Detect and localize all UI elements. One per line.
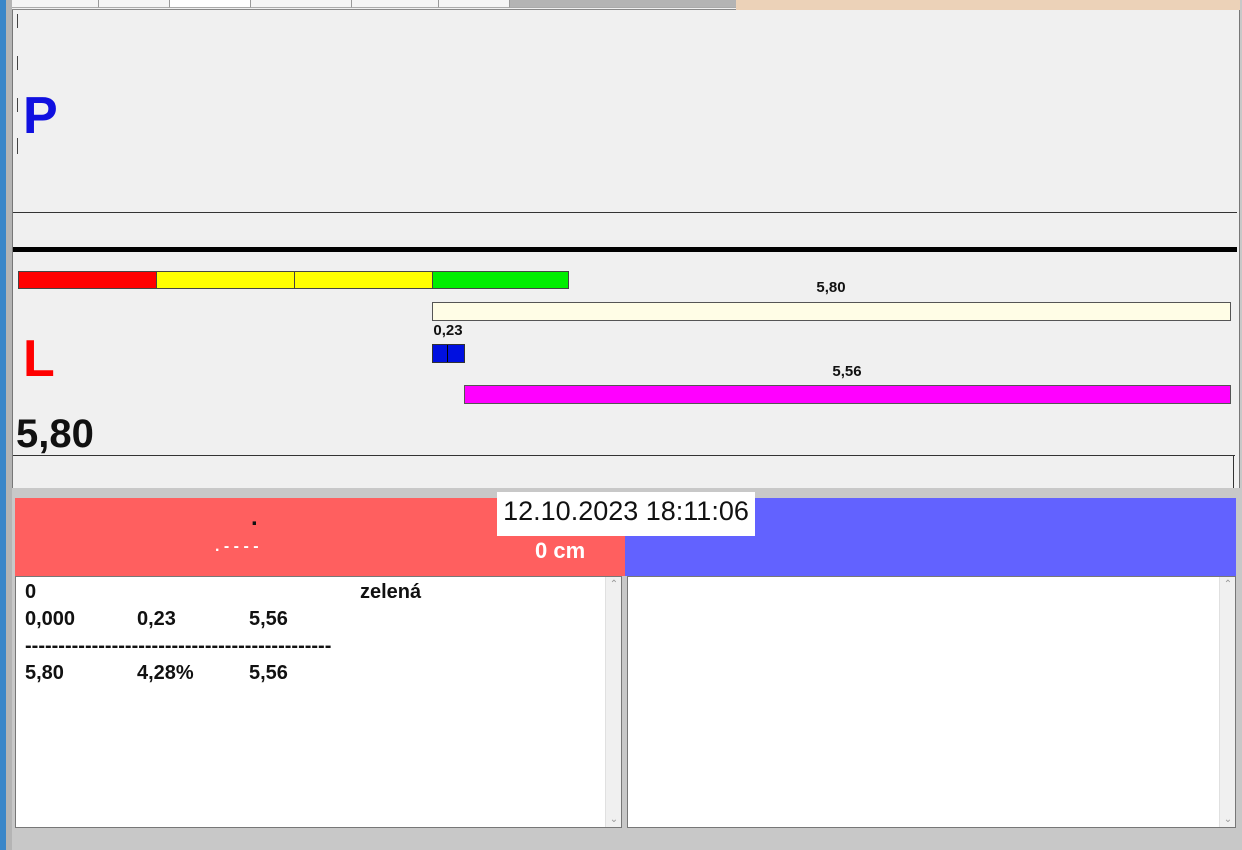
tab-4[interactable] — [251, 0, 352, 8]
datetime-display: 12.10.2023 18:11:06 — [497, 492, 755, 536]
small-bar-label: 0,23 — [433, 322, 463, 339]
scrollbar[interactable]: ⌃ ⌄ — [1219, 577, 1235, 827]
divider — [13, 212, 1237, 213]
result-cell: 4,28% — [137, 662, 194, 684]
scale-segment-yellow — [156, 271, 295, 289]
total-bar-label: 5,80 — [816, 279, 846, 296]
top-accent-bar — [736, 0, 1240, 10]
result-cell: 0,000 — [25, 608, 76, 630]
tab-2[interactable] — [99, 0, 170, 8]
result-separator: ----------------------------------------… — [25, 635, 332, 657]
tab-1[interactable] — [12, 0, 99, 8]
tick-mark — [17, 138, 18, 154]
scroll-down-icon[interactable]: ⌄ — [1220, 814, 1236, 825]
dash-pattern: . - - - - — [215, 538, 259, 555]
scroll-up-icon[interactable]: ⌃ — [1220, 579, 1236, 590]
right-side-label: L — [23, 330, 55, 388]
divider — [13, 455, 1235, 456]
tab-3-active[interactable] — [170, 0, 251, 8]
tick-mark — [17, 98, 18, 112]
divider — [1233, 455, 1234, 488]
status-dot: . — [251, 504, 258, 531]
thick-divider — [13, 247, 1237, 252]
tick-mark — [17, 14, 18, 28]
tick-mark — [17, 56, 18, 70]
result-cell: 0 — [25, 581, 37, 603]
left-side-label: P — [23, 87, 58, 145]
scrollbar[interactable]: ⌃ ⌄ — [605, 577, 621, 827]
total-bar — [432, 302, 1231, 321]
scroll-up-icon[interactable]: ⌃ — [606, 579, 622, 590]
tab-5[interactable] — [352, 0, 439, 8]
result-cell: zelená — [360, 581, 422, 603]
tab-strip-fill — [510, 0, 737, 8]
depth-value: 0 cm — [535, 538, 586, 563]
results-pane-right[interactable]: ⌃ ⌄ — [627, 576, 1236, 828]
tab-6[interactable] — [439, 0, 510, 8]
result-cell: 5,56 — [249, 608, 288, 630]
result-cell: 5,56 — [249, 662, 288, 684]
scale-segment-red — [18, 271, 157, 289]
main-bar — [464, 385, 1231, 404]
small-bar — [432, 344, 465, 363]
tab-strip — [12, 0, 737, 10]
results-pane-left[interactable]: 0 zelená 0,000 0,23 5,56 ---------------… — [15, 576, 622, 828]
measurement-panel: P 5,80 0,23 5,56 L 5,80 — [12, 10, 1240, 488]
result-cell: 0,23 — [137, 608, 176, 630]
result-cell: 5,80 — [25, 662, 64, 684]
total-value: 5,80 — [16, 412, 94, 456]
main-bar-label: 5,56 — [832, 363, 862, 380]
scroll-down-icon[interactable]: ⌄ — [606, 814, 622, 825]
scale-segment-yellow — [294, 271, 433, 289]
